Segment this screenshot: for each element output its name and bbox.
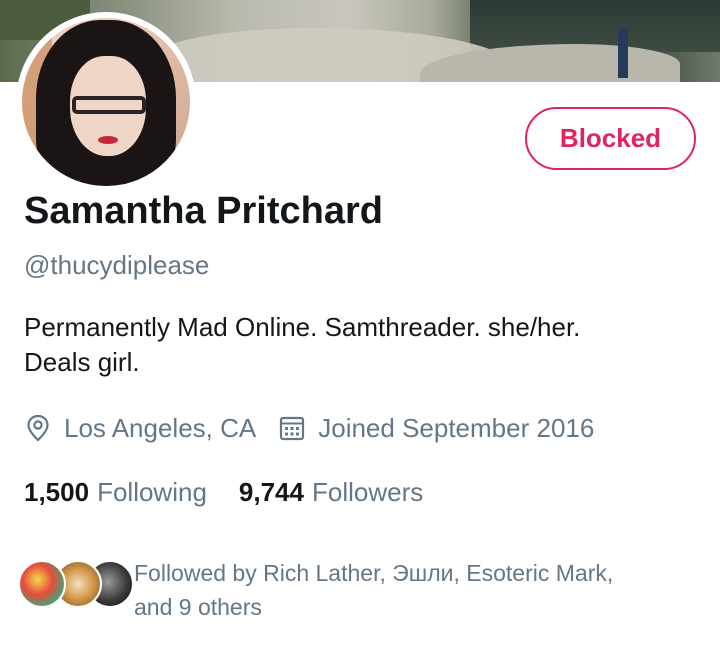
profile-bio: Permanently Mad Online. Samthreader. she… (24, 310, 704, 380)
avatar[interactable] (16, 12, 196, 192)
followed-by-text: Followed by Rich Lather, Эшли, Esoteric … (134, 556, 674, 624)
follow-stats: 1,500 Following 9,744 Followers (24, 474, 423, 510)
calendar-icon (278, 413, 306, 443)
followed-by[interactable]: Followed by Rich Lather, Эшли, Esoteric … (18, 556, 674, 620)
following-label: Following (97, 476, 207, 507)
following-count: 1,500 (24, 476, 90, 507)
bio-line: Deals girl. (24, 347, 140, 377)
followed-by-line: Followed by Rich Lather, Эшли, Esoteric … (134, 560, 614, 586)
followed-by-avatars (18, 556, 134, 610)
joined-text: Joined September 2016 (318, 412, 595, 443)
bio-line: Permanently Mad Online. Samthreader. she… (24, 312, 581, 342)
follower-avatar (18, 560, 66, 608)
location-pin-icon (24, 413, 52, 443)
followers-count: 9,744 (238, 476, 304, 507)
location-text: Los Angeles, CA (64, 412, 257, 443)
avatar-image (22, 18, 190, 186)
followed-by-line: and 9 others (134, 594, 262, 620)
profile-handle: @thucydiplease (24, 250, 210, 280)
avatar-glasses (72, 96, 146, 114)
avatar-lips (98, 136, 118, 144)
followers-link[interactable]: 9,744 Followers (239, 477, 423, 508)
banner-person (618, 28, 628, 78)
blocked-button[interactable]: Blocked (525, 107, 696, 170)
profile-meta: Los Angeles, CA Joined September 2016 (24, 410, 594, 446)
following-link[interactable]: 1,500 Following (24, 477, 207, 508)
followers-label: Followers (311, 476, 424, 507)
profile-name: Samantha Pritchard (24, 190, 383, 232)
